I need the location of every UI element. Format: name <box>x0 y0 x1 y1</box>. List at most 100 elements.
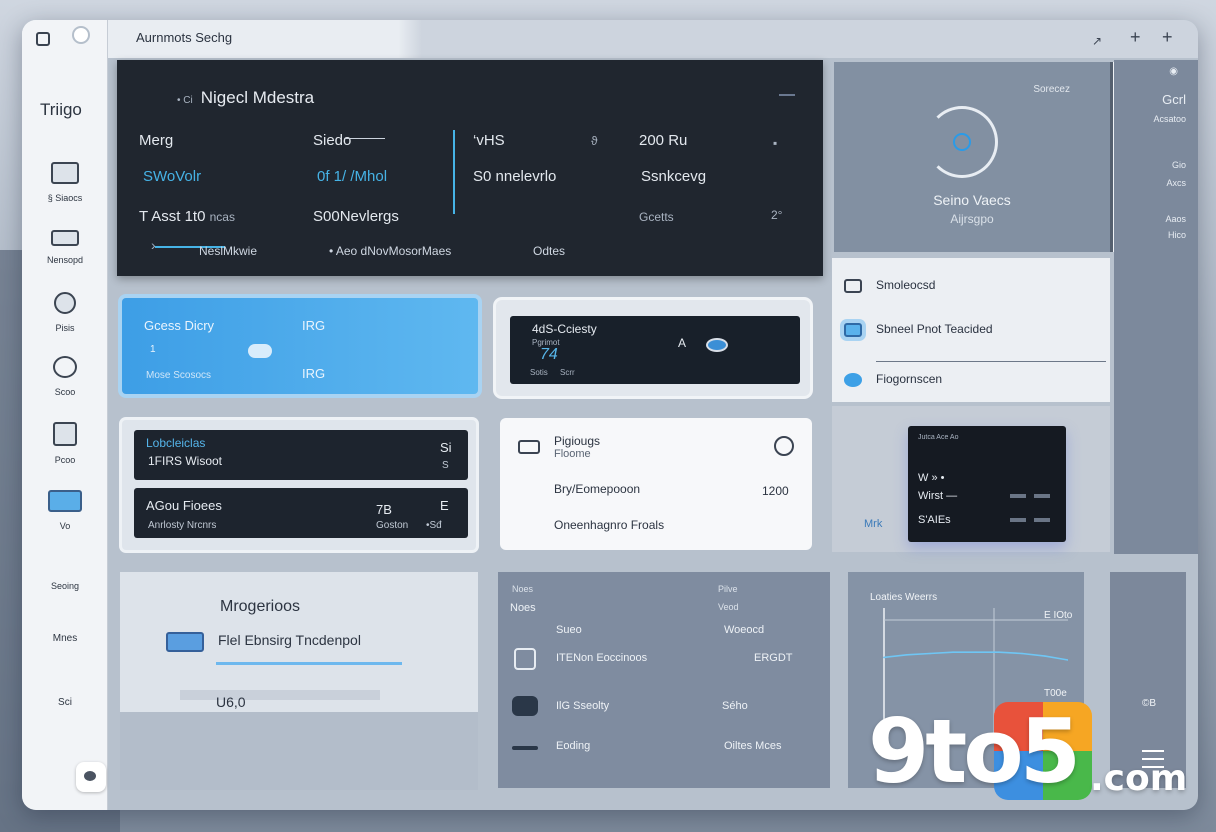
window-title: Aurnmots Sechg <box>136 30 233 45</box>
highlight-value: IRG <box>302 366 326 381</box>
sidebar-item-mnes[interactable]: Mnes <box>30 628 100 646</box>
summary-row-label: Bry/Eomepooon <box>554 482 641 496</box>
menu-item-label: Sbneel Pnot Teacided <box>876 322 993 336</box>
list-item[interactable]: Lobcleiclas 1FIRS Wisoot Si S <box>134 430 468 480</box>
metric-label: 2° <box>771 208 783 222</box>
toggle-icon[interactable] <box>1010 518 1050 522</box>
stats-card[interactable]: 4dS-Cciesty Pgrimot 74 Sotis Scrr A <box>496 300 810 396</box>
chart-point <box>975 651 977 653</box>
sidebar-item-pisis[interactable]: Pisis <box>30 292 100 336</box>
app-window: Aurnmots Sechg ↗ + + Triigo § Siaocs Nen… <box>22 20 1198 810</box>
accent-divider <box>453 130 455 214</box>
folder-icon <box>51 230 79 246</box>
list-item-sub: Anrlosty Nrcnrs <box>148 520 217 531</box>
cloud-icon <box>248 344 272 358</box>
sidebar-item-label: Sci <box>58 697 72 708</box>
dash-icon <box>512 746 538 750</box>
message-input[interactable]: Flel Ebnsirg Tncdenpol <box>218 632 361 648</box>
sidebar-item-nensopd[interactable]: Nensopd <box>30 230 100 268</box>
gauge-card: Sorecez Seino Vaecs Aijrsgpo <box>834 62 1110 252</box>
device-screen[interactable]: Jutca Ace Ao W » • Wirst ― S'AIEs <box>908 426 1066 542</box>
menu-item[interactable]: Fiogornscen <box>844 372 942 387</box>
details-panel: Noes Pilve Noes Veod Sueo Woeocd ITENon … <box>498 572 830 788</box>
stats-foot: Scrr <box>560 368 575 377</box>
grid-icon <box>51 162 79 184</box>
chart-title: Loaties Weerrs <box>870 592 938 603</box>
new-window-button[interactable]: + <box>1162 28 1173 46</box>
list-item-badge: S <box>442 460 449 471</box>
highlight-card[interactable]: Gcess Dicry IRG 1 Mose Scosocs IRG <box>122 298 478 394</box>
profile-button[interactable] <box>76 762 106 792</box>
overview-title: • Ci Nigecl Mdestra <box>177 88 314 108</box>
rail-label: Acsatoo <box>1153 114 1186 124</box>
chart-point <box>1021 652 1023 655</box>
cloud-icon <box>48 490 82 512</box>
toggle-icon[interactable] <box>1010 494 1050 498</box>
menu-item[interactable]: Sbneel Pnot Teacided <box>844 322 993 337</box>
status-dot-icon <box>74 28 88 42</box>
sidebar-item-siaocs[interactable]: § Siaocs <box>30 162 100 206</box>
metric-value: SWoVolr <box>143 168 202 185</box>
stats-title: 4dS-Cciesty <box>532 322 597 336</box>
sidebar: Triigo § Siaocs Nensopd Pisis Scoo Pcoo … <box>22 20 108 810</box>
menu-item-label: Fiogornscen <box>876 372 943 386</box>
globe-icon <box>844 372 862 387</box>
metric-value: 200 Ru <box>639 132 688 149</box>
sidebar-item-vo[interactable]: Vo <box>30 490 100 534</box>
trend-icon[interactable] <box>779 86 795 96</box>
sidebar-item-seoing[interactable]: Seoing <box>30 560 100 594</box>
stats-inner: 4dS-Cciesty Pgrimot 74 Sotis Scrr A <box>510 316 800 384</box>
highlight-num: 1 <box>150 344 156 355</box>
sidebar-item-scoo[interactable]: Scoo <box>30 356 100 400</box>
summary-card[interactable]: Pigiougs Floome Bry/Eomepooon 1200 Oneen… <box>500 418 812 550</box>
list-item-badge: 7B <box>376 502 392 517</box>
chart-series <box>883 651 1068 661</box>
device-side-label: Mrk <box>864 518 883 530</box>
list-item-title: AGou Fioees <box>146 498 222 513</box>
rail-badge-icon[interactable]: ◉ <box>1169 66 1178 77</box>
menu-icon[interactable] <box>36 32 50 46</box>
metric-label: Merg <box>139 132 174 149</box>
highlight-title: Gcess Dicry <box>144 318 215 333</box>
list-card: Lobcleiclas 1FIRS Wisoot Si S AGou Fioee… <box>122 420 476 550</box>
sidebar-item-pcoo[interactable]: Pcoo <box>30 422 100 468</box>
gauge-dial[interactable] <box>926 106 998 178</box>
add-tab-button[interactable]: + <box>1130 28 1141 46</box>
footer-link[interactable]: • Aeo dNovMosorMaes <box>329 244 451 258</box>
list-item-badge: E <box>440 498 449 513</box>
leaf-icon <box>54 292 76 314</box>
footer-link[interactable]: Odtes <box>533 244 565 258</box>
rail-label: Gcrl <box>1162 92 1186 107</box>
eye-icon[interactable] <box>706 338 728 352</box>
sidebar-item-label: Pisis <box>55 323 75 333</box>
watermark-logo: 9to5 .com <box>868 700 1198 812</box>
menu-item-label: Smoleocsd <box>876 278 936 292</box>
stats-value: 74 <box>540 346 558 363</box>
metric-value: S00Nevlergs <box>313 208 399 225</box>
list-item-sub: 1FIRS Wisoot <box>148 454 223 468</box>
footer-link[interactable]: NeslMkwie <box>199 244 257 258</box>
metric-icon: ▪ <box>773 136 778 150</box>
sidebar-item-label: Nensopd <box>46 255 84 265</box>
overview-panel: • Ci Nigecl Mdestra Merg Siedo ‘vHS ϑ 200… <box>117 60 823 276</box>
stats-mark: A <box>678 336 687 350</box>
target-icon <box>953 133 971 151</box>
inbox-icon <box>518 440 540 454</box>
sidebar-item-label: Mnes <box>52 633 78 644</box>
message-button[interactable] <box>166 632 204 652</box>
sidebar-item-label: Seoing <box>50 581 80 591</box>
list-item[interactable]: AGou Fioees Anrlosty Nrcnrs 7B E Goston … <box>134 488 468 538</box>
chart-icon <box>53 356 77 378</box>
menu-item[interactable]: Smoleocsd <box>844 278 935 293</box>
rail-label: Hico <box>1167 230 1186 240</box>
document-icon <box>514 648 536 670</box>
clock-icon[interactable] <box>774 436 794 456</box>
share-icon[interactable]: ↗ <box>1092 32 1102 50</box>
details-row-label: Eoding <box>556 740 591 752</box>
sidebar-item-sci[interactable]: Sci <box>30 692 100 710</box>
cloud-icon <box>512 696 538 716</box>
chart-point <box>883 656 885 659</box>
metric-unit: ncas <box>209 210 235 224</box>
chart-point <box>906 654 908 656</box>
list-item-badge: Si <box>440 440 452 455</box>
